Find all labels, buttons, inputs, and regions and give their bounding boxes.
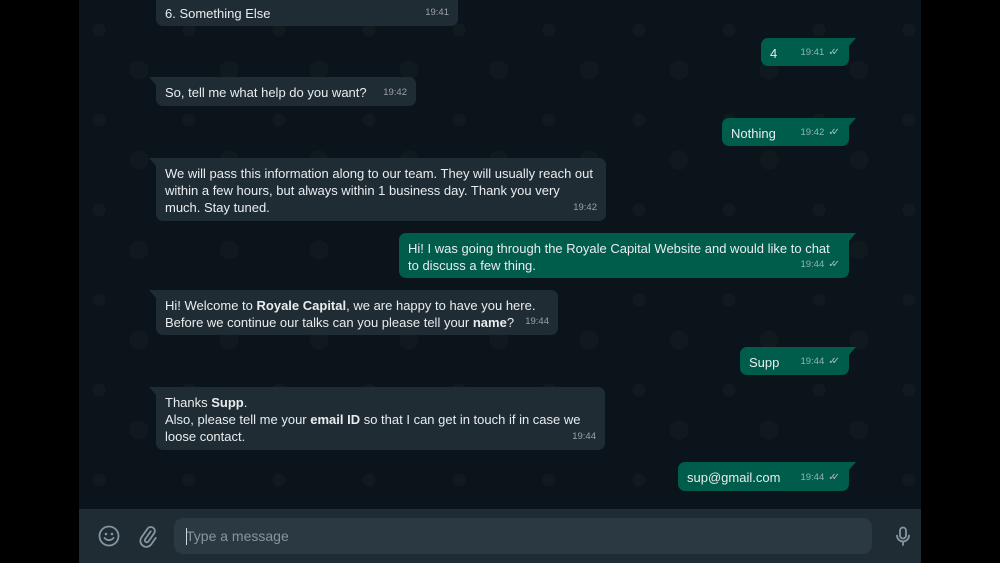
message-meta: 19:41	[425, 4, 449, 21]
message-meta: 19:42	[383, 84, 407, 101]
message-meta: 19:44	[572, 428, 596, 445]
compose-bar	[79, 509, 921, 563]
message-time: 19:44	[800, 356, 825, 367]
message-meta: 19:44	[525, 313, 549, 330]
outgoing-message[interactable]: sup@gmail.com 19:44 ✓✓	[678, 462, 856, 491]
outgoing-message[interactable]: Supp 19:44 ✓✓	[740, 347, 856, 375]
message-text: 6. Something Else	[165, 6, 271, 21]
read-receipt-icon: ✓✓	[828, 127, 840, 138]
message-time: 19:44	[800, 259, 825, 270]
message-time: 19:42	[383, 87, 407, 98]
message-meta: 19:41 ✓✓	[800, 44, 840, 61]
message-text: We will pass this information along to o…	[165, 166, 597, 215]
message-time: 19:44	[800, 472, 825, 483]
microphone-icon-svg	[896, 526, 910, 546]
paperclip-icon-svg	[139, 526, 157, 548]
message-text: Thanks Supp. Also, please tell me your e…	[165, 395, 585, 444]
message-text: Hi! I was going through the Royale Capit…	[408, 241, 834, 273]
message-input[interactable]	[174, 518, 872, 554]
message-meta: 19:42	[573, 199, 597, 216]
emoji-icon[interactable]	[97, 524, 121, 548]
emoji-icon-svg	[98, 525, 120, 547]
microphone-icon[interactable]	[891, 524, 915, 548]
outgoing-message[interactable]: 4 19:41 ✓✓	[761, 38, 856, 66]
read-receipt-icon: ✓✓	[828, 259, 840, 270]
outgoing-message[interactable]: Nothing 19:42 ✓✓	[722, 118, 856, 146]
message-time: 19:41	[800, 47, 825, 58]
message-time: 19:42	[800, 127, 825, 138]
message-time: 19:41	[425, 7, 449, 18]
message-time: 19:44	[572, 431, 596, 442]
text-caret	[186, 528, 187, 545]
incoming-message[interactable]: 6. Something Else 19:41	[156, 0, 458, 26]
message-text: So, tell me what help do you want?	[165, 85, 367, 100]
chat-window: 6. Something Else 19:41 4 19:41 ✓✓ So, t…	[79, 0, 921, 563]
incoming-message[interactable]: Thanks Supp. Also, please tell me your e…	[149, 387, 605, 450]
message-meta: 19:44 ✓✓	[800, 256, 840, 273]
incoming-message[interactable]: So, tell me what help do you want? 19:42	[149, 77, 416, 106]
message-meta: 19:42 ✓✓	[800, 124, 840, 141]
outgoing-message[interactable]: Hi! I was going through the Royale Capit…	[399, 233, 856, 278]
message-meta: 19:44 ✓✓	[800, 469, 840, 486]
read-receipt-icon: ✓✓	[828, 47, 840, 58]
incoming-message[interactable]: We will pass this information along to o…	[149, 158, 606, 221]
message-time: 19:44	[525, 316, 549, 327]
paperclip-icon[interactable]	[135, 524, 159, 548]
incoming-message[interactable]: Hi! Welcome to Royale Capital, we are ha…	[149, 290, 558, 335]
read-receipt-icon: ✓✓	[828, 472, 840, 483]
message-text: Hi! Welcome to Royale Capital, we are ha…	[165, 298, 536, 330]
message-meta: 19:44 ✓✓	[800, 353, 840, 370]
message-time: 19:42	[573, 202, 597, 213]
read-receipt-icon: ✓✓	[828, 356, 840, 367]
